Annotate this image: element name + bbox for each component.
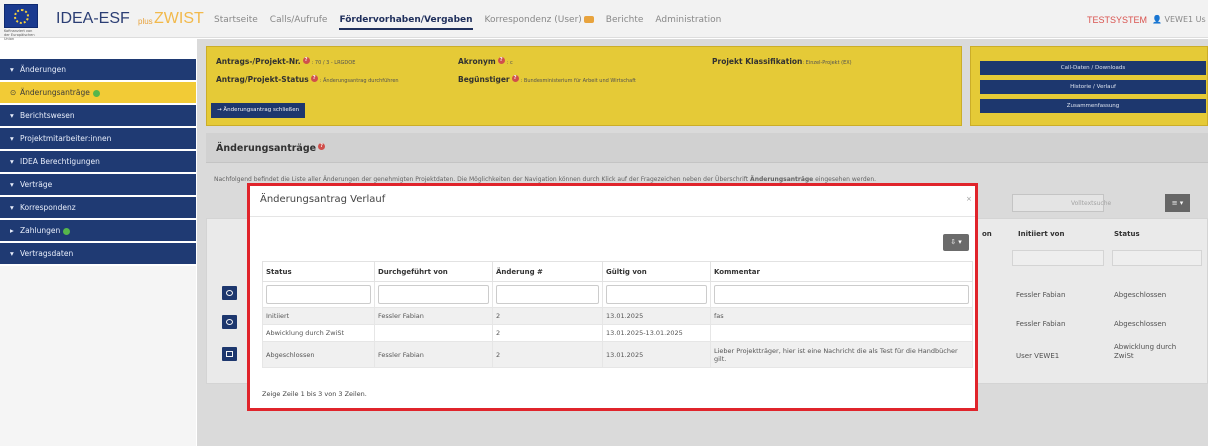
filter-cell <box>262 281 375 308</box>
top-bar: Kofinanziert von der Europäischen Union … <box>0 0 1208 41</box>
cell-nr: 2 <box>492 324 603 342</box>
cell-comment: fas <box>710 307 973 325</box>
sidebar-item-projektmitarbeiter[interactable]: ▾ Projektmitarbeiter:innen <box>0 128 196 149</box>
chevron-down-icon: ▾ <box>10 203 14 212</box>
history-modal: Änderungsantrag Verlauf × ⇩ ▾ Status Dur… <box>247 183 978 411</box>
column-header-gueltig[interactable]: Gültig von <box>602 261 711 282</box>
check-icon <box>92 89 100 97</box>
sidebar-item-berechtigungen[interactable]: ▾ IDEA Berechtigungen <box>0 151 196 172</box>
filter-kommentar-input[interactable] <box>714 285 969 304</box>
history-table: Status Durchgeführt von Änderung # Gülti… <box>262 261 973 368</box>
brand-zwist: ZWIST <box>154 10 204 27</box>
chevron-down-icon: ▾ <box>10 180 14 189</box>
nav-calls[interactable]: Calls/Aufrufe <box>270 15 328 30</box>
chat-icon <box>583 16 594 23</box>
nav-berichte[interactable]: Berichte <box>606 15 644 30</box>
modal-title: Änderungsantrag Verlauf <box>260 194 386 205</box>
sidebar-item-vertraege[interactable]: ▾ Verträge <box>0 174 196 195</box>
user-icon: 👤 <box>1152 15 1162 24</box>
filter-aenderung-input[interactable] <box>496 285 599 304</box>
cell-status: Abwicklung durch ZwiSt <box>262 324 375 342</box>
nav-startseite[interactable]: Startseite <box>214 15 258 30</box>
chevron-down-icon: ▾ <box>10 65 14 74</box>
sidebar-item-vertragsdaten[interactable]: ▾ Vertragsdaten <box>0 243 196 264</box>
table-row: Abgeschlossen Fessler Fabian 2 13.01.202… <box>262 341 973 368</box>
sidebar-item-korrespondenz[interactable]: ▾ Korrespondenz <box>0 197 196 218</box>
chevron-down-icon: ▾ <box>10 111 14 120</box>
chevron-down-icon: ▾ <box>10 134 14 143</box>
filter-cell <box>602 281 711 308</box>
filter-cell <box>374 281 493 308</box>
close-icon[interactable]: × <box>966 195 972 203</box>
chevron-right-icon: ▸ <box>10 226 14 235</box>
modal-divider <box>250 216 975 217</box>
chevron-down-icon: ▾ <box>10 249 14 258</box>
brand-idea: IDEA-ESF <box>56 10 130 27</box>
eu-flag-icon <box>4 4 38 28</box>
filter-cell <box>710 281 973 308</box>
cell-status: Abgeschlossen <box>262 341 375 368</box>
export-button[interactable]: ⇩ ▾ <box>943 234 969 251</box>
cell-nr: 2 <box>492 307 603 325</box>
cell-valid: 13.01.2025 <box>602 307 711 325</box>
cell-by: Fessler Fabian <box>374 307 493 325</box>
user-menu[interactable]: 👤 VEWE1 Us <box>1152 15 1206 24</box>
pagination-info: Zeige Zeile 1 bis 3 von 3 Zeilen. <box>262 390 367 398</box>
column-header-aenderung[interactable]: Änderung # <box>492 261 603 282</box>
filter-cell <box>492 281 603 308</box>
cell-comment <box>710 324 973 342</box>
brand-plus: plus <box>138 17 153 26</box>
cell-by: Fessler Fabian <box>374 341 493 368</box>
brand-logo[interactable]: Kofinanziert von der Europäischen Union … <box>0 0 204 41</box>
cell-valid: 13.01.2025-13.01.2025 <box>602 324 711 342</box>
filter-durchgefuehrt-input[interactable] <box>378 285 489 304</box>
filter-gueltig-input[interactable] <box>606 285 707 304</box>
nav-korrespondenz[interactable]: Korrespondenz (User) <box>485 15 594 30</box>
sidebar: ▾ Änderungen ⊙ Änderungsanträge ▾ Berichtsw… <box>0 59 196 266</box>
nav-foerdervorhaben[interactable]: Fördervorhaben/Vergaben <box>339 15 473 30</box>
main-nav: Startseite Calls/Aufrufe Fördervorhaben/… <box>214 15 721 30</box>
cell-by <box>374 324 493 342</box>
eu-caption: Kofinanziert von der Europäischen Union <box>4 29 35 41</box>
cell-status: Initiiert <box>262 307 375 325</box>
filter-status-input[interactable] <box>266 285 371 304</box>
chevron-down-icon: ▾ <box>10 157 14 166</box>
table-row: Abwicklung durch ZwiSt 2 13.01.2025-13.0… <box>262 324 973 342</box>
table-row: Initiiert Fessler Fabian 2 13.01.2025 fa… <box>262 307 973 325</box>
sidebar-item-aenderungsantraege[interactable]: ⊙ Änderungsanträge <box>0 82 196 103</box>
testsystem-label: TESTSYSTEM <box>1087 15 1148 25</box>
column-header-durchgefuehrt[interactable]: Durchgeführt von <box>374 261 493 282</box>
column-header-status[interactable]: Status <box>262 261 375 282</box>
sidebar-item-aenderungen[interactable]: ▾ Änderungen <box>0 59 196 80</box>
column-header-kommentar[interactable]: Kommentar <box>710 261 973 282</box>
sidebar-background <box>0 266 196 446</box>
sidebar-item-berichtswesen[interactable]: ▾ Berichtswesen <box>0 105 196 126</box>
cell-nr: 2 <box>492 341 603 368</box>
cell-valid: 13.01.2025 <box>602 341 711 368</box>
cell-comment: Lieber Projektträger, hier ist eine Nach… <box>710 341 973 368</box>
nav-administration[interactable]: Administration <box>655 15 721 30</box>
target-icon: ⊙ <box>10 88 17 97</box>
sidebar-item-zahlungen[interactable]: ▸ Zahlungen <box>0 220 196 241</box>
check-icon <box>63 227 71 235</box>
